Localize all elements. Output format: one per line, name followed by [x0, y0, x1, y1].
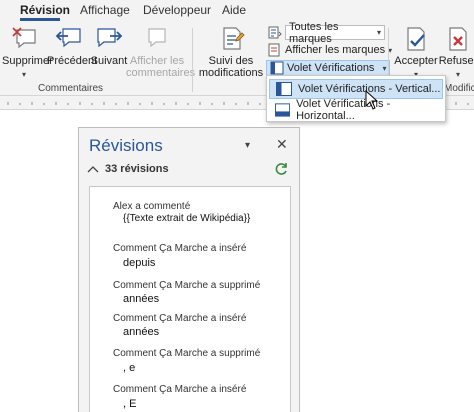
accept-button[interactable]: Accepter ▾	[393, 26, 439, 81]
delete-comment-icon	[12, 27, 36, 49]
markup-display-icon	[268, 26, 282, 38]
close-icon[interactable]: ✕	[276, 136, 288, 153]
track-changes-icon	[223, 27, 245, 50]
revision-text: , E	[123, 398, 137, 410]
revisions-list[interactable]: Alex a commenté {{Texte extrait de Wikip…	[89, 186, 291, 412]
show-markup-icon	[268, 43, 280, 57]
revision-text: , e	[123, 362, 136, 374]
show-comments-icon	[148, 28, 166, 48]
vertical-pane-icon	[276, 82, 292, 96]
ribbon-tab-bar: Révision Affichage Développeur Aide	[0, 0, 474, 22]
revision-author: Comment Ça Marche a inséré	[113, 313, 247, 324]
chevron-down-icon: ▾	[382, 63, 387, 73]
pane-options-chevron-icon[interactable]: ▾	[245, 140, 250, 151]
chevron-up-icon	[87, 166, 99, 173]
previous-comment-button[interactable]: Précédent	[47, 26, 97, 67]
comments-group-label: Commentaires	[38, 83, 104, 94]
show-comments-button[interactable]: Afficher les commentaires	[126, 26, 195, 79]
markup-select[interactable]: Toutes les marques ▾	[285, 21, 385, 45]
reject-icon	[449, 27, 467, 51]
revision-text: années	[123, 293, 160, 305]
refresh-icon[interactable]	[273, 161, 289, 177]
revision-author: Comment Ça Marche a supprimé	[113, 280, 261, 291]
track-changes-button[interactable]: Suivi des modifications	[198, 26, 264, 79]
previous-comment-icon	[55, 28, 81, 48]
accept-icon	[407, 27, 425, 51]
horizontal-pane-icon	[275, 103, 291, 117]
pane-title: Révisions	[89, 136, 163, 155]
revision-text: depuis	[123, 257, 156, 269]
mouse-cursor-icon	[365, 90, 379, 110]
chevron-down-icon: ▾	[376, 28, 381, 37]
show-markup-button[interactable]: Afficher les marques ▾	[268, 43, 392, 57]
changes-group-label: Modifica	[444, 83, 474, 94]
revision-author: Comment Ça Marche a inséré	[113, 243, 247, 254]
reviewing-pane-icon	[270, 61, 284, 75]
markup-select-row: Toutes les marques ▾	[268, 21, 385, 45]
revision-author: Alex a commenté	[113, 201, 191, 212]
revision-text: années	[123, 326, 160, 338]
menu-item-vertical[interactable]: Volet Vérifications - Vertical...	[269, 79, 443, 99]
reviewing-pane-menu: Volet Vérifications - Vertical... Volet …	[266, 75, 446, 122]
delete-comment-button[interactable]: Supprimer ▾	[2, 26, 53, 81]
tab-affichage[interactable]: Affichage	[80, 3, 130, 17]
revision-text: {{Texte extrait de Wikipédia}}	[123, 213, 251, 224]
tab-revision[interactable]: Révision	[20, 3, 70, 17]
revision-author: Comment Ça Marche a inséré	[113, 384, 247, 395]
revision-author: Comment Ça Marche a supprimé	[113, 348, 261, 359]
revisions-pane: Révisions ▾ ✕ 33 révisions Alex a commen…	[78, 127, 300, 412]
next-comment-icon	[97, 28, 123, 48]
reject-button[interactable]: Refuser ▾	[438, 26, 474, 81]
tab-developpeur[interactable]: Développeur	[143, 3, 211, 17]
chevron-down-icon: ▾	[21, 70, 26, 79]
menu-item-horizontal[interactable]: Volet Vérifications - Horizontal...	[269, 98, 443, 122]
tab-aide[interactable]: Aide	[222, 3, 246, 17]
active-tab-indicator	[20, 18, 60, 21]
revisions-summary[interactable]: 33 révisions	[87, 163, 169, 175]
reviewing-pane-button[interactable]: Volet Vérifications ▾	[266, 60, 391, 76]
next-comment-button[interactable]: Suivant	[90, 26, 128, 67]
group-separator	[192, 28, 193, 92]
